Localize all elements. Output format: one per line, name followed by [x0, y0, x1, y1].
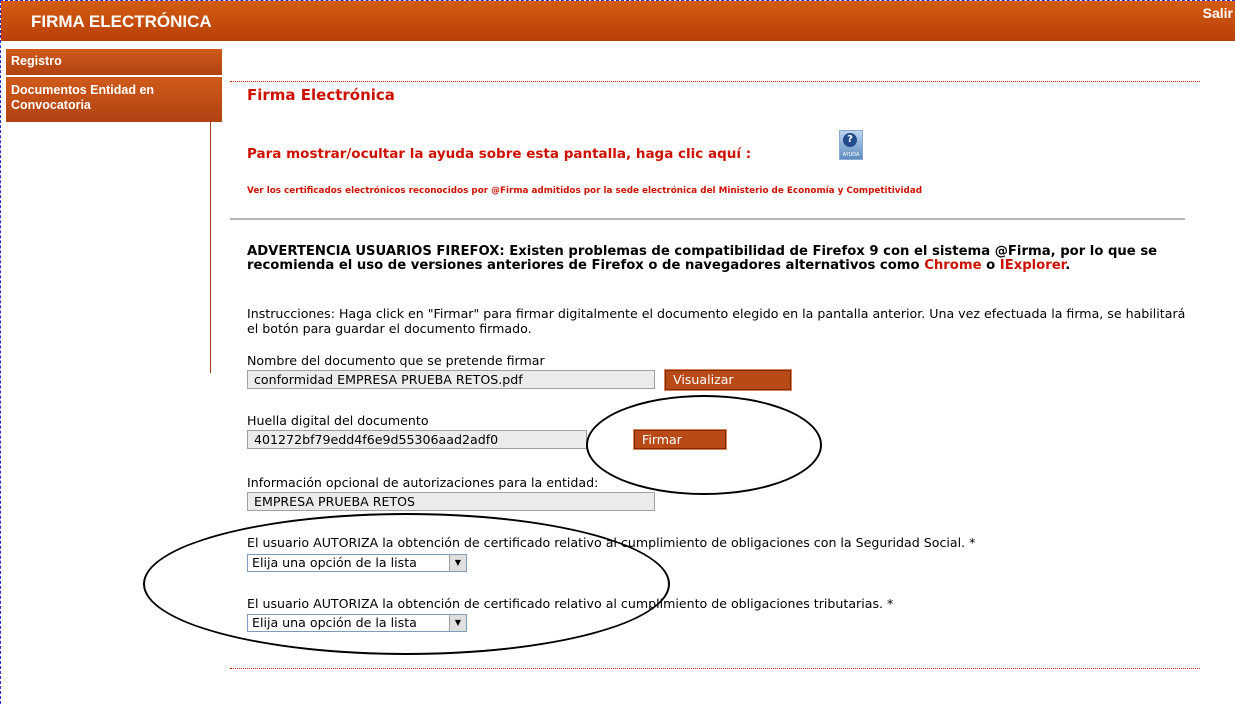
help-prompt: Para mostrar/ocultar la ayuda sobre esta… [247, 146, 752, 162]
sidebar: Registro Documentos Entidad en Convocato… [6, 49, 222, 124]
header-bar: FIRMA ELECTRÓNICA Salir [1, 1, 1235, 41]
section-divider [230, 218, 1185, 220]
logout-link[interactable]: Salir [1203, 5, 1233, 21]
view-button[interactable]: Visualizar [664, 369, 792, 391]
iexplorer-link[interactable]: IExplorer [1000, 258, 1066, 273]
page-title: Firma Electrónica [247, 86, 395, 104]
annotation-ellipse-selects [143, 513, 670, 655]
hash-field[interactable]: 401272bf79edd4f6e9d55306aad2adf0 [247, 430, 587, 449]
hash-label: Huella digital del documento [247, 413, 429, 428]
certificates-link[interactable]: Ver los certificados electrónicos recono… [247, 186, 922, 196]
instructions-text: Instrucciones: Haga click en "Firmar" pa… [247, 306, 1186, 336]
sidebar-item-documentos[interactable]: Documentos Entidad en Convocatoria [6, 77, 222, 122]
sidebar-item-registro[interactable]: Registro [6, 49, 222, 75]
annotation-ellipse-sign [586, 395, 822, 495]
top-dotted-divider [230, 81, 1200, 82]
question-mark-icon: ? [843, 133, 857, 147]
sidebar-divider [210, 119, 211, 373]
auth-info-label: Información opcional de autorizaciones p… [247, 475, 599, 490]
frame-left-border [0, 0, 1, 704]
doc-name-field[interactable]: conformidad EMPRESA PRUEBA RETOS.pdf [247, 370, 655, 389]
auth-info-field[interactable]: EMPRESA PRUEBA RETOS [247, 492, 655, 511]
warning-or: o [981, 258, 1000, 273]
chrome-link[interactable]: Chrome [924, 258, 981, 273]
warning-end: . [1065, 258, 1071, 273]
app-title: FIRMA ELECTRÓNICA [31, 12, 212, 31]
bottom-dotted-divider [230, 668, 1200, 669]
doc-name-label: Nombre del documento que se pretende fir… [247, 353, 545, 368]
help-icon-label: AYUDA [842, 152, 860, 158]
firefox-warning: ADVERTENCIA USUARIOS FIREFOX: Existen pr… [247, 245, 1187, 273]
help-icon[interactable]: ? AYUDA [839, 130, 863, 160]
